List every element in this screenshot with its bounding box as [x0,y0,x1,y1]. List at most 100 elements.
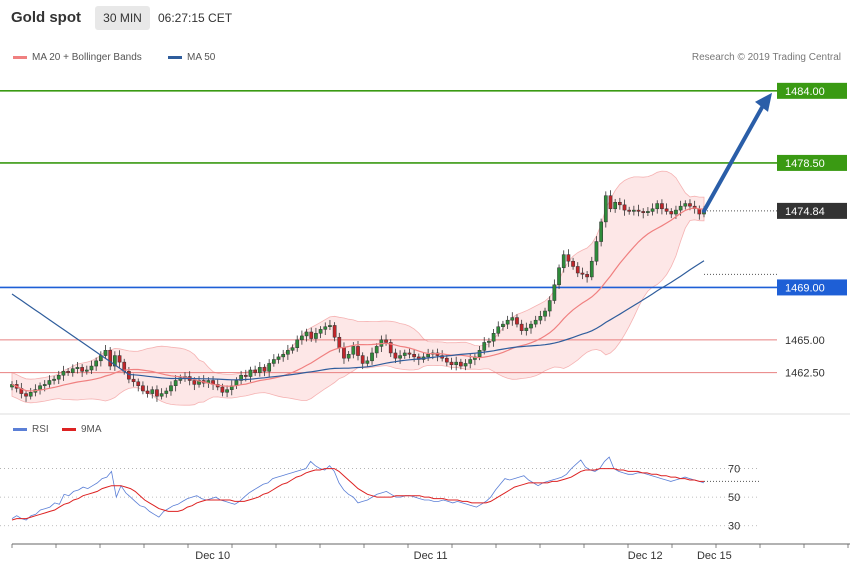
rsi-tick-label: 30 [728,521,740,533]
candle-body [538,316,543,321]
candle-body [145,390,150,394]
candle-body [248,369,253,377]
rsi-tick-label: 70 [728,464,740,476]
candle-body [650,208,655,212]
candle-body [155,389,159,397]
candle-body [370,352,374,362]
candle-body [557,267,561,286]
candle-body [360,355,365,364]
candle-body [257,367,262,373]
candle-body [529,323,533,329]
candle-body [496,326,501,334]
candle-body [323,326,328,330]
candle-body [314,333,318,339]
candle-body [622,204,627,211]
candle-body [295,339,300,348]
candle-body [304,331,309,337]
candle-body [664,208,669,212]
candle-body [407,352,412,355]
candle-body [660,203,664,210]
candle-body [674,209,678,215]
candle-body [286,350,290,355]
candle-body [613,201,618,210]
candle-body [603,195,608,223]
target-arrow-head [755,92,772,112]
candle-body [510,317,515,321]
candle-body [646,211,650,213]
candle-body [243,374,248,377]
candle-body [276,356,281,360]
candle-body [141,385,145,392]
price-label: 1484.00 [785,86,825,98]
candle-body [328,325,332,327]
candle-body [332,325,337,338]
candle-body [103,350,108,356]
candle-body [599,221,603,242]
candle-body [56,374,61,380]
rsi-tick-label: 50 [728,492,740,504]
candle-body [117,355,122,363]
price-chart[interactable]: 1484.00 1478.50 1474.84 1469.00 1465.00 1462.… [0,0,850,576]
candle-body [632,209,636,212]
candle-body [697,208,702,215]
candle-body [688,203,692,207]
candle-body [84,369,89,372]
candle-body [515,317,519,325]
candle-body [655,203,660,210]
x-tick-label: Dec 15 [697,550,732,562]
candle-body [89,365,94,371]
candle-body [351,346,356,355]
candle-body [524,327,529,331]
candle-body [566,254,571,262]
candle-body [533,319,538,325]
candle-body [337,336,342,348]
candle-body [627,209,632,212]
candle-body [192,380,197,385]
candle-body [552,284,557,301]
candle-body [346,354,351,359]
candle-body [253,369,257,373]
candle-body [42,384,47,386]
candle-body [454,361,459,365]
candle-body [678,205,683,211]
level-labels-layer: 1484.00 1478.50 1474.84 1469.00 1465.00 1462.… [777,82,847,380]
candle-body [398,355,402,359]
candle-body [468,359,473,364]
target-arrow-shaft [702,101,766,213]
price-label: 1462.50 [785,368,825,380]
candle-body [131,378,136,383]
candle-body [173,380,178,386]
candle-body [47,380,52,385]
candle-body [543,310,547,317]
candle-body [669,211,674,215]
price-label: 1478.50 [785,158,825,170]
candle-body [136,381,141,386]
candle-body [575,266,580,274]
candle-body [459,361,463,367]
candle-body [384,339,388,343]
rsi-panel: 30 50 70 [0,413,850,533]
candle-body [501,323,505,327]
candle-body [300,335,304,341]
candle-body [80,367,84,372]
candle-body [61,371,66,376]
candle-body [70,368,75,373]
candle-body [225,389,229,393]
candle-body [342,347,346,359]
candle-body [267,363,272,372]
candle-body [402,352,407,356]
candle-body [477,350,482,358]
candle-body [159,393,164,397]
candle-body [449,361,454,365]
candle-body [444,357,449,363]
price-label: 1474.84 [785,206,825,218]
candle-body [519,323,524,331]
candle-body [38,385,42,390]
candle-body [393,352,398,359]
candle-body [412,354,416,358]
candle-body [463,363,468,367]
candle-body [169,385,173,392]
candle-body [66,371,70,373]
candle-body [28,392,33,397]
candle-body [617,201,622,206]
